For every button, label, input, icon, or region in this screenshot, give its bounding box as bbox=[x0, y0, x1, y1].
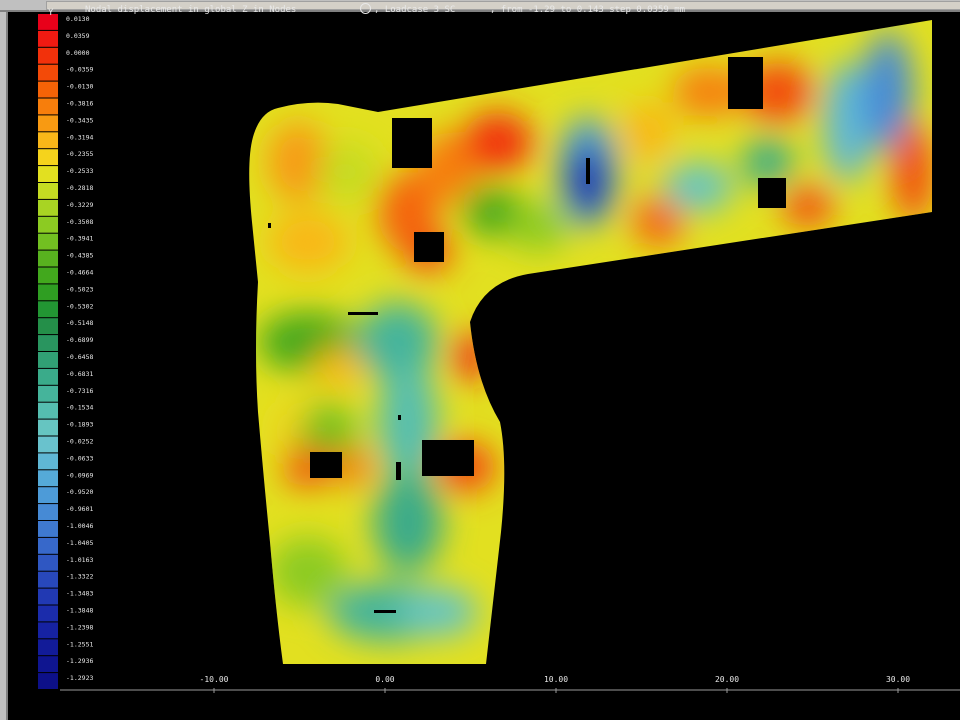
legend-label: -0.1893 bbox=[66, 421, 93, 429]
legend-label: -0.6458 bbox=[66, 353, 93, 361]
legend-label: -0.3194 bbox=[66, 133, 93, 141]
legend-swatch bbox=[38, 183, 58, 199]
legend-label: -0.3435 bbox=[66, 116, 93, 124]
legend-label: -0.1534 bbox=[66, 404, 93, 412]
legend-label: 0.0000 bbox=[66, 49, 90, 57]
legend-swatches bbox=[38, 14, 58, 689]
legend-swatch bbox=[38, 605, 58, 622]
legend-swatch bbox=[38, 521, 58, 537]
legend-swatch bbox=[38, 487, 58, 504]
axis-tick-label: 20.00 bbox=[715, 675, 739, 684]
legend-label: -0.3229 bbox=[66, 201, 93, 209]
legend-swatch bbox=[38, 453, 58, 470]
legend-swatch bbox=[38, 436, 58, 453]
axis-tick-label: -10.00 bbox=[200, 675, 229, 684]
contour-plot[interactable]: 0.0130 0.0359 0.0000 -0.0359 -0.0130 -0.3816 -… bbox=[8, 12, 960, 702]
result-viewport[interactable]: 0.0130 0.0359 0.0000 -0.0359 -0.0130 -0.3816 -… bbox=[8, 12, 960, 720]
legend-swatch bbox=[38, 30, 58, 47]
legend-swatch bbox=[38, 368, 58, 385]
range-label: , from -1.29 to 0.143 step 0.0359 mm bbox=[490, 5, 686, 15]
legend-swatch bbox=[38, 47, 58, 64]
legend-label: -1.0046 bbox=[66, 522, 93, 530]
legend-swatch bbox=[38, 233, 58, 250]
legend-swatch bbox=[38, 470, 58, 487]
legend-swatch bbox=[38, 639, 58, 656]
legend-label: -1.0405 bbox=[66, 539, 93, 547]
legend-swatch bbox=[38, 622, 58, 639]
legend-swatch bbox=[38, 537, 58, 554]
circle-icon bbox=[360, 3, 371, 14]
status-bar bbox=[16, 714, 960, 720]
legend-label: -0.3816 bbox=[66, 100, 93, 108]
legend-swatch bbox=[38, 149, 58, 166]
legend-label: -0.0633 bbox=[66, 454, 93, 462]
legend-label: -0.2355 bbox=[66, 150, 93, 158]
legend-swatch bbox=[38, 199, 58, 216]
legend-label: -0.0252 bbox=[66, 438, 93, 446]
axis-tick-label: 30.00 bbox=[886, 675, 910, 684]
color-legend: 0.0130 0.0359 0.0000 -0.0359 -0.0130 -0.3816 -… bbox=[38, 14, 93, 689]
legend-swatch bbox=[38, 419, 58, 436]
legend-swatch bbox=[38, 250, 58, 267]
legend-swatch bbox=[38, 656, 58, 673]
x-axis: -10.00 0.00 10.00 20.00 30.00 bbox=[60, 675, 960, 693]
legend-swatch bbox=[38, 132, 58, 149]
legend-swatch bbox=[38, 318, 58, 335]
legend-swatch bbox=[38, 504, 58, 520]
loadcase-label: , Loadcase 3 SC bbox=[374, 5, 456, 15]
legend-label: -0.7316 bbox=[66, 387, 93, 395]
legend-label: -0.9520 bbox=[66, 488, 93, 496]
legend-label: -0.4385 bbox=[66, 252, 93, 260]
legend-label: -1.3848 bbox=[66, 607, 93, 615]
legend-label: 0.0359 bbox=[66, 32, 90, 40]
legend-swatch bbox=[38, 673, 58, 689]
legend-swatch bbox=[38, 402, 58, 419]
legend-label: -0.2818 bbox=[66, 184, 93, 192]
axis-tick-label: 0.00 bbox=[375, 675, 394, 684]
result-description: Nodal displacement in global Z in Nodes bbox=[85, 5, 297, 15]
legend-label: -0.9601 bbox=[66, 505, 93, 513]
legend-label: -0.0359 bbox=[66, 66, 93, 74]
legend-swatch bbox=[38, 115, 58, 132]
legend-label: -1.3483 bbox=[66, 590, 93, 598]
legend-label: -0.3941 bbox=[66, 235, 93, 243]
legend-label: -0.4664 bbox=[66, 269, 93, 277]
legend-labels: 0.0130 0.0359 0.0000 -0.0359 -0.0130 -0.3816 -… bbox=[66, 15, 93, 682]
legend-label: -0.3508 bbox=[66, 218, 93, 226]
legend-swatch bbox=[38, 284, 58, 301]
application-window: 0.0130 0.0359 0.0000 -0.0359 -0.0130 -0.3816 -… bbox=[0, 0, 960, 720]
legend-label: -0.5023 bbox=[66, 285, 93, 293]
legend-swatch bbox=[38, 98, 58, 115]
legend-swatch bbox=[38, 571, 58, 588]
legend-label: -0.5302 bbox=[66, 302, 93, 310]
window-left-border bbox=[0, 12, 8, 720]
legend-label: 0.0130 bbox=[66, 15, 90, 23]
legend-swatch bbox=[38, 335, 58, 351]
axis-tick-label: 10.00 bbox=[544, 675, 568, 684]
legend-swatch bbox=[38, 216, 58, 233]
legend-swatch bbox=[38, 64, 58, 81]
legend-label: -1.2551 bbox=[66, 640, 93, 648]
legend-swatch bbox=[38, 385, 58, 402]
legend-swatch bbox=[38, 166, 58, 182]
legend-label: -0.6899 bbox=[66, 336, 93, 344]
legend-swatch bbox=[38, 81, 58, 98]
legend-label: -0.0130 bbox=[66, 83, 93, 91]
legend-swatch bbox=[38, 352, 58, 368]
legend-label: -1.2398 bbox=[66, 623, 93, 631]
legend-label: -1.0163 bbox=[66, 556, 93, 564]
legend-swatch bbox=[38, 588, 58, 605]
legend-label: -1.3322 bbox=[66, 573, 93, 581]
legend-swatch bbox=[38, 301, 58, 318]
legend-label: -0.6831 bbox=[66, 370, 93, 378]
legend-swatch bbox=[38, 554, 58, 571]
legend-label: -1.2936 bbox=[66, 657, 93, 665]
slab-contour bbox=[249, 20, 932, 664]
axis-indicator: Y bbox=[48, 8, 54, 18]
legend-label: -0.0969 bbox=[66, 471, 93, 479]
legend-label: -0.5148 bbox=[66, 319, 93, 327]
legend-label: -1.2923 bbox=[66, 674, 93, 682]
legend-swatch bbox=[38, 267, 58, 284]
legend-label: -0.2533 bbox=[66, 167, 93, 175]
